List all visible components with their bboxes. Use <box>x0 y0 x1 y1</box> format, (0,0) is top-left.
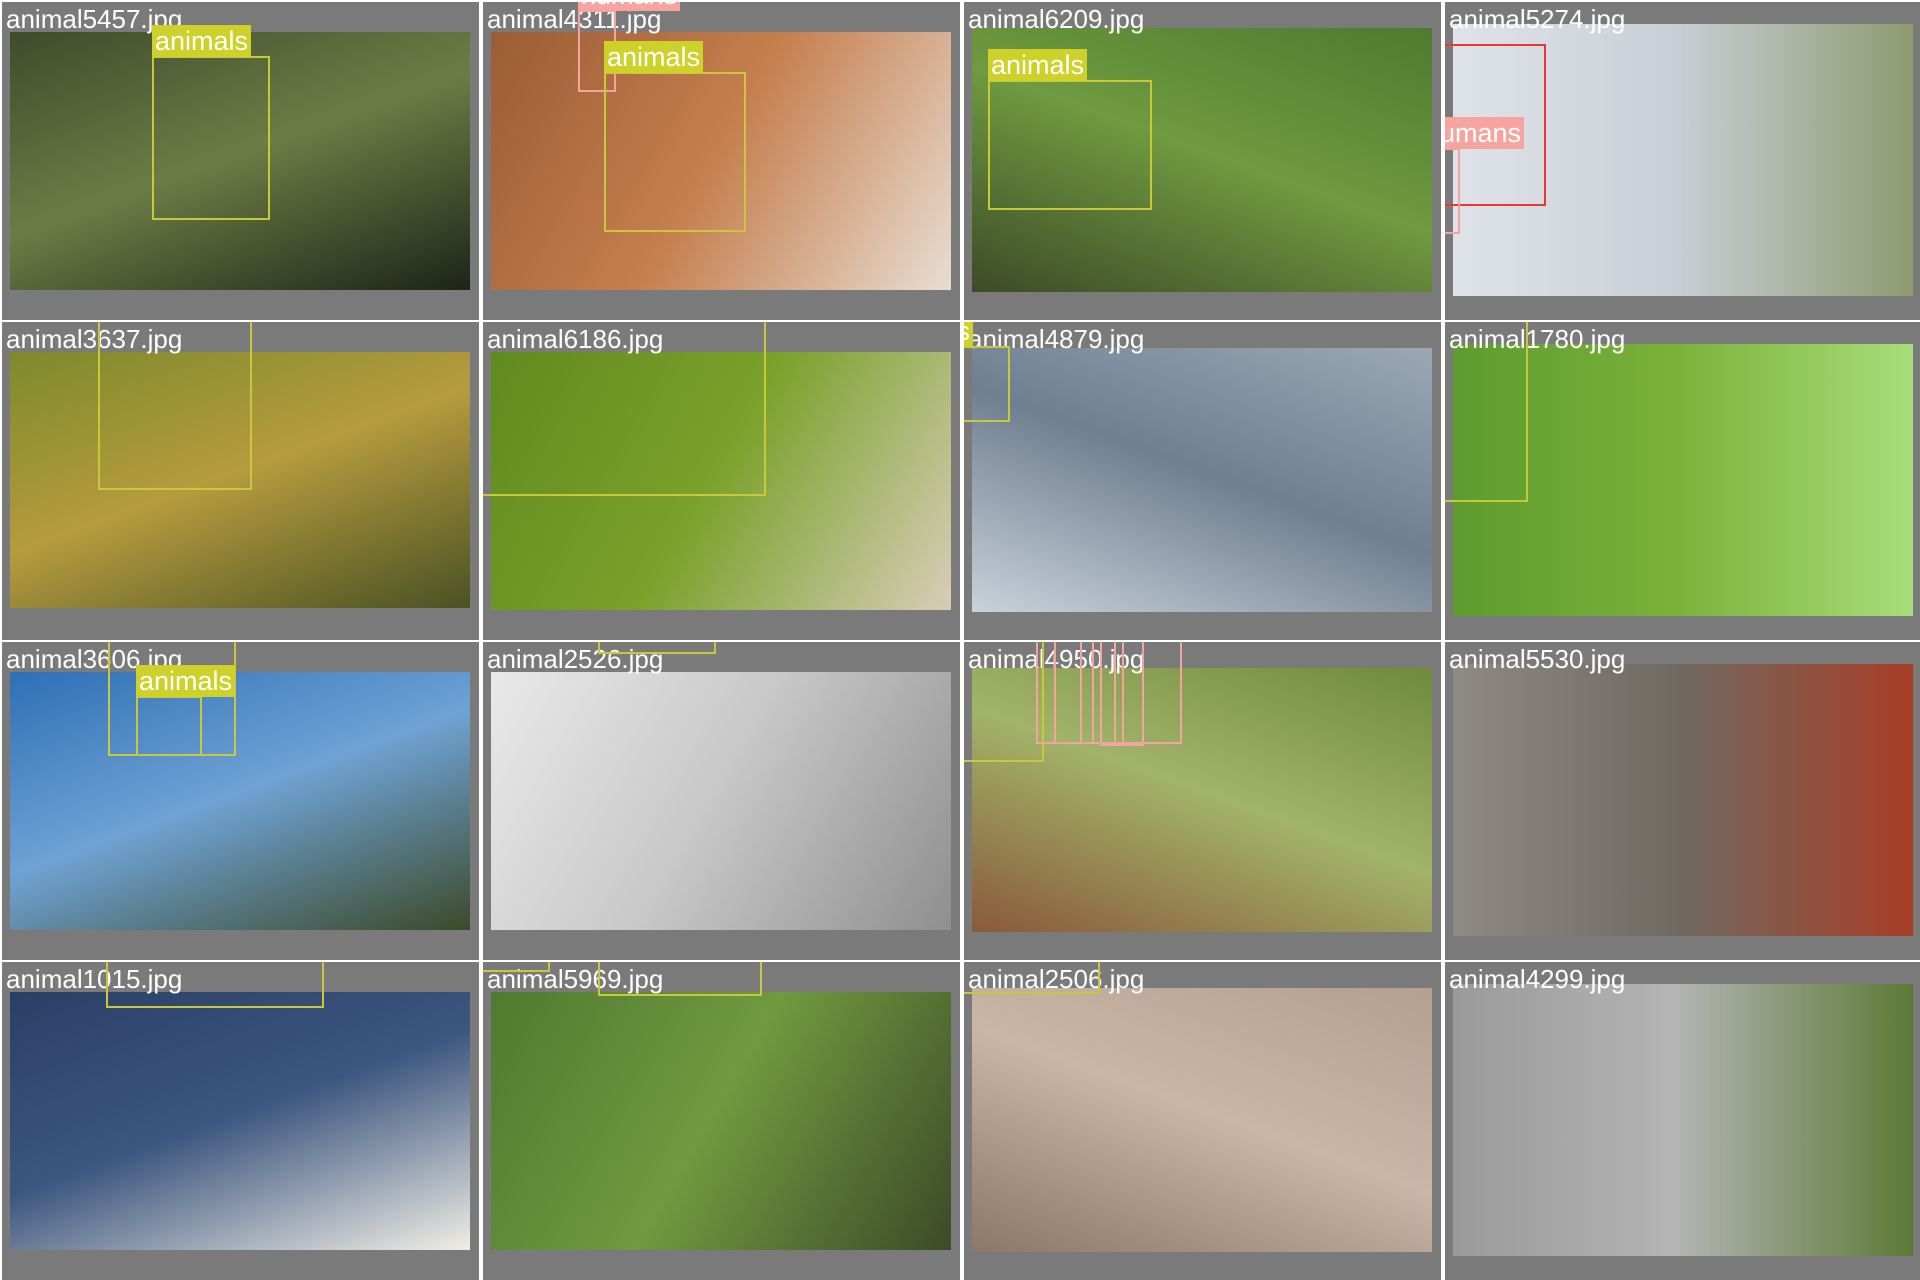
tile-photo <box>972 348 1432 612</box>
grid-tile: animal4299.jpganimalsanimalsanimals <box>1445 962 1920 1280</box>
grid-tile: animal1015.jpganimals <box>2 962 479 1280</box>
detection-box-animals: animals <box>98 322 252 490</box>
tile-photo <box>10 992 470 1250</box>
tile-photo <box>491 672 951 930</box>
grid-tile: animal6186.jpganimals <box>483 322 960 640</box>
grid-tile: animal5274.jpgcarsanimalshumans <box>1445 2 1920 320</box>
tile-photo <box>1453 664 1913 936</box>
tile-filename: animal6209.jpg <box>968 4 1145 34</box>
detection-box-animals: animals <box>604 41 746 232</box>
tile-filename: animal4299.jpg <box>1449 964 1626 994</box>
grid-tile: animal4950.jpghumansanimalshumanshumansh… <box>964 642 1441 960</box>
detection-box-animals: animals <box>483 962 550 972</box>
grid-tile: animal2506.jpganimals <box>964 962 1441 1280</box>
grid-tile: animal1780.jpganimals <box>1445 322 1920 640</box>
detection-box-animals: animals <box>964 642 1044 762</box>
detection-label: animals <box>604 41 704 73</box>
detection-box-animals: animals <box>598 642 716 654</box>
grid-tile: animal2526.jpganimals <box>483 642 960 960</box>
detection-box-animals: animals <box>106 962 324 1008</box>
detection-box-animals: animals <box>964 962 1100 994</box>
tile-photo <box>491 992 951 1250</box>
detection-box-animals: animals <box>598 962 762 996</box>
detection-box-humans: humans <box>1445 117 1525 234</box>
detection-label: humans <box>1445 117 1525 149</box>
detection-box-animals: animals <box>152 25 270 220</box>
grid-tile: animal4879.jpganimals <box>964 322 1441 640</box>
detection-box-animals: animals <box>1445 322 1528 502</box>
tile-filename: animal5274.jpg <box>1449 4 1626 34</box>
grid-tile: animal5457.jpg animals <box>2 2 479 320</box>
detection-box-animals: animals <box>988 49 1152 210</box>
detection-box-animals: animals <box>136 665 236 756</box>
prediction-grid: animal5457.jpganimalsanimal4311.jpghuman… <box>0 0 1920 1280</box>
detection-box-animals: animals <box>964 322 1010 422</box>
grid-tile: animal5530.jpganimals <box>1445 642 1920 960</box>
detection-box-animals: animals <box>483 322 766 496</box>
grid-tile: animal4311.jpghumansanimals <box>483 2 960 320</box>
grid-tile: animal5969.jpganimalsanimals <box>483 962 960 1280</box>
detection-label: humans <box>578 2 681 11</box>
grid-tile: animal6209.jpganimalsanimals <box>964 2 1441 320</box>
grid-tile: animal3637.jpganimals <box>2 322 479 640</box>
detection-label: animals <box>964 322 974 347</box>
tile-photo <box>1453 984 1913 1256</box>
tile-photo <box>10 672 470 930</box>
grid-tile: animal3606.jpganimalsanimals <box>2 642 479 960</box>
detection-box-humans: humans <box>1122 642 1182 744</box>
tile-photo <box>972 988 1432 1252</box>
detection-label: animals <box>136 665 236 697</box>
detection-label: animals <box>152 25 252 57</box>
tile-filename: animal5530.jpg <box>1449 644 1626 674</box>
detection-label: animals <box>988 49 1088 81</box>
